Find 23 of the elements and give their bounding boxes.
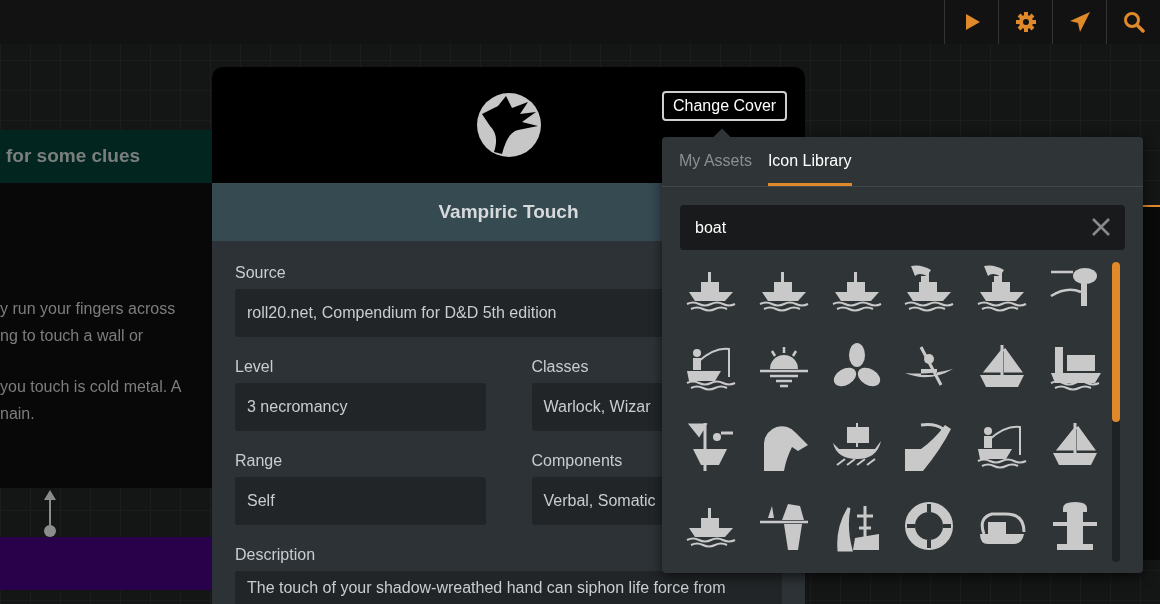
field-label: Source xyxy=(235,263,287,283)
text-field[interactable]: Self xyxy=(235,477,486,525)
field-label: Classes xyxy=(531,357,590,377)
field-label: Level xyxy=(235,357,275,377)
note-paragraph: you touch is cold metal. A nain. xyxy=(0,377,183,424)
gear-icon[interactable] xyxy=(1014,11,1037,33)
text-field[interactable]: The touch of your shadow-wreathed hand can siphon life force from xyxy=(235,571,782,604)
text-field[interactable]: 3 necromancy xyxy=(235,383,486,431)
paper-plane-icon[interactable] xyxy=(1068,11,1091,33)
clear-search-icon[interactable] xyxy=(1091,217,1111,237)
field-label: Description xyxy=(235,545,317,565)
scrollbar[interactable] xyxy=(1112,262,1120,562)
field-label: Components xyxy=(531,451,624,471)
change-cover-button[interactable]: Change Cover xyxy=(662,91,788,121)
search-icon[interactable] xyxy=(1122,11,1145,33)
field-label: Range xyxy=(235,451,284,471)
picker-tab[interactable]: Icon Library xyxy=(767,149,852,186)
clawed-hand-icon xyxy=(475,92,542,158)
picker-tab[interactable]: My Assets xyxy=(679,149,752,186)
note-paragraph: y run your fingers across ng to touch a wall or xyxy=(0,299,177,346)
icon-search-field[interactable]: boat xyxy=(680,205,1125,250)
scrollbar-thumb[interactable] xyxy=(1112,262,1120,422)
note-heading: for some clues xyxy=(0,130,212,183)
